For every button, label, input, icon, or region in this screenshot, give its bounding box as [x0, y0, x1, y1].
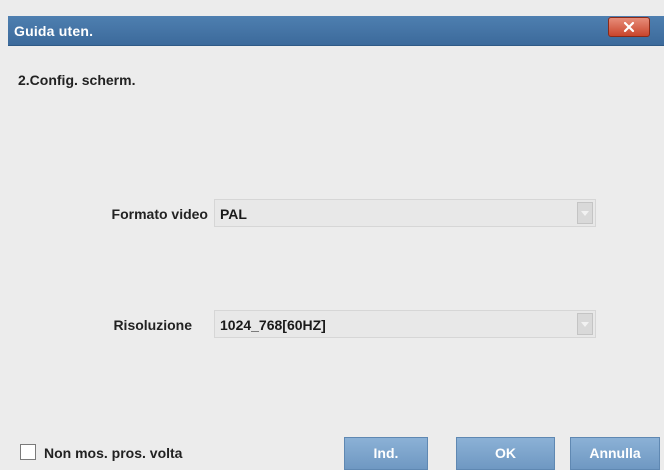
chevron-down-icon — [581, 322, 589, 327]
step-title: 2.Config. scherm. — [18, 72, 136, 88]
close-icon — [623, 21, 635, 33]
resolution-select[interactable]: 1024_768[60HZ] — [214, 310, 596, 338]
close-button[interactable] — [608, 17, 650, 37]
setup-wizard-window: Guida uten. 2.Config. scherm. Formato vi… — [0, 0, 664, 470]
window-title: Guida uten. — [14, 23, 94, 39]
video-format-label: Formato video — [111, 206, 208, 222]
dont-show-again-checkbox[interactable] — [20, 444, 36, 460]
video-format-dropdown-button[interactable] — [577, 202, 593, 224]
resolution-value: 1024_768[60HZ] — [220, 317, 326, 333]
chevron-down-icon — [581, 211, 589, 216]
video-format-value: PAL — [220, 206, 247, 222]
resolution-label: Risoluzione — [113, 317, 192, 333]
resolution-dropdown-button[interactable] — [577, 313, 593, 335]
ok-button[interactable]: OK — [456, 437, 555, 470]
cancel-button[interactable]: Annulla — [570, 437, 660, 470]
wizard-content: 2.Config. scherm. Formato video PAL Riso… — [8, 46, 664, 470]
video-format-select[interactable]: PAL — [214, 199, 596, 227]
dont-show-again-label: Non mos. pros. volta — [44, 445, 183, 461]
title-bar[interactable]: Guida uten. — [8, 16, 664, 46]
back-button[interactable]: Ind. — [344, 437, 428, 470]
